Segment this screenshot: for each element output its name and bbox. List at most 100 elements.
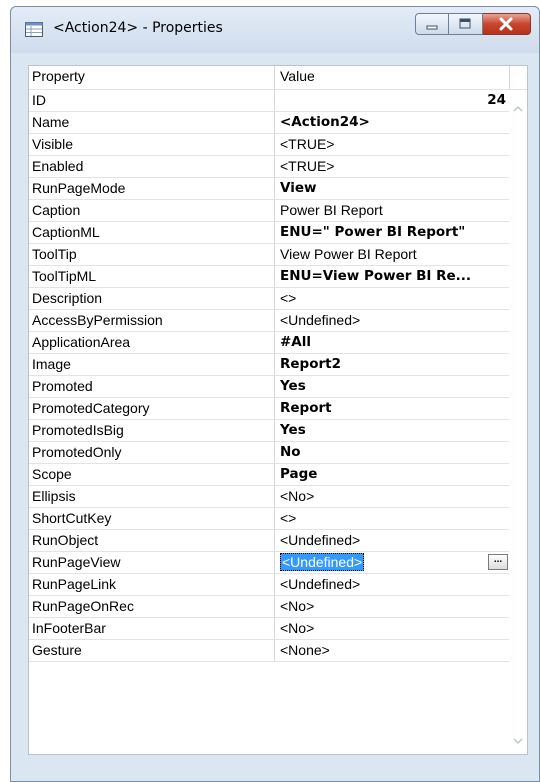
property-name[interactable]: Image: [29, 354, 275, 375]
close-button[interactable]: [483, 13, 531, 35]
header-corner: [509, 66, 527, 90]
property-name[interactable]: ToolTip: [29, 244, 275, 265]
property-name[interactable]: RunPageMode: [29, 178, 275, 199]
column-header-value[interactable]: Value: [275, 66, 510, 89]
property-name[interactable]: ShortCutKey: [29, 508, 275, 529]
property-value[interactable]: View: [275, 178, 510, 199]
property-value[interactable]: <TRUE>: [275, 134, 510, 155]
selected-value-text[interactable]: <Undefined>: [280, 553, 365, 571]
property-row[interactable]: Image Report2: [29, 354, 510, 376]
property-value[interactable]: Report: [275, 398, 510, 419]
maximize-button[interactable]: [449, 13, 483, 35]
property-name[interactable]: Scope: [29, 464, 275, 485]
properties-grid-panel: Property Value ID 24 Name <Action24> Visible…: [28, 65, 528, 755]
property-name[interactable]: CaptionML: [29, 222, 275, 243]
property-row[interactable]: ToolTipML ENU=View Power BI Re...: [29, 266, 510, 288]
column-header-property[interactable]: Property: [29, 66, 275, 89]
property-value[interactable]: <No>: [275, 596, 510, 617]
property-value[interactable]: <Undefined>: [275, 530, 510, 551]
property-row[interactable]: Name <Action24>: [29, 112, 510, 134]
properties-grid: Property Value ID 24 Name <Action24> Visible…: [29, 66, 510, 662]
property-value[interactable]: <TRUE>: [275, 156, 510, 177]
property-row[interactable]: ShortCutKey <>: [29, 508, 510, 530]
property-row[interactable]: Enabled <TRUE>: [29, 156, 510, 178]
properties-window: <Action24> - Properties Property Value I…: [10, 6, 540, 782]
vertical-scrollbar[interactable]: [509, 90, 527, 754]
property-value[interactable]: Yes: [275, 376, 510, 397]
property-value[interactable]: <Action24>: [275, 112, 510, 133]
property-name[interactable]: PromotedOnly: [29, 442, 275, 463]
property-value[interactable]: Report2: [275, 354, 510, 375]
property-value[interactable]: <No>: [275, 618, 510, 639]
property-row[interactable]: ApplicationArea #All: [29, 332, 510, 354]
property-row[interactable]: ToolTip View Power BI Report: [29, 244, 510, 266]
property-row[interactable]: ID 24: [29, 90, 510, 112]
property-row[interactable]: PromotedCategory Report: [29, 398, 510, 420]
property-value[interactable]: ENU=View Power BI Re...: [275, 266, 510, 287]
minimize-button[interactable]: [415, 13, 449, 35]
property-name[interactable]: InFooterBar: [29, 618, 275, 639]
property-value[interactable]: Yes: [275, 420, 510, 441]
property-name[interactable]: Caption: [29, 200, 275, 221]
property-name[interactable]: ApplicationArea: [29, 332, 275, 353]
property-value[interactable]: <None>: [275, 640, 510, 661]
minimize-icon: [426, 25, 438, 30]
property-value[interactable]: <Undefined>...: [275, 552, 510, 573]
property-row[interactable]: RunObject <Undefined>: [29, 530, 510, 552]
property-name[interactable]: Promoted: [29, 376, 275, 397]
property-row[interactable]: CaptionML ENU=" Power BI Report": [29, 222, 510, 244]
window-title: <Action24> - Properties: [53, 20, 223, 36]
property-name[interactable]: Enabled: [29, 156, 275, 177]
property-name[interactable]: Name: [29, 112, 275, 133]
property-name[interactable]: Ellipsis: [29, 486, 275, 507]
property-name[interactable]: ID: [29, 90, 275, 111]
maximize-icon: [459, 18, 471, 29]
property-value[interactable]: Power BI Report: [275, 200, 510, 221]
property-name[interactable]: ToolTipML: [29, 266, 275, 287]
assist-edit-button[interactable]: ...: [488, 554, 508, 570]
property-row[interactable]: RunPageLink <Undefined>: [29, 574, 510, 596]
property-value[interactable]: <No>: [275, 486, 510, 507]
property-row[interactable]: RunPageOnRec <No>: [29, 596, 510, 618]
property-value[interactable]: ENU=" Power BI Report": [275, 222, 510, 243]
property-name[interactable]: Gesture: [29, 640, 275, 661]
grid-header-row: Property Value: [29, 66, 510, 90]
property-row[interactable]: RunPageView <Undefined>...: [29, 552, 510, 574]
property-name[interactable]: AccessByPermission: [29, 310, 275, 331]
property-row[interactable]: AccessByPermission <Undefined>: [29, 310, 510, 332]
property-name[interactable]: Visible: [29, 134, 275, 155]
caption-buttons: [415, 13, 531, 35]
property-row[interactable]: Gesture <None>: [29, 640, 510, 662]
property-name[interactable]: RunPageView: [29, 552, 275, 573]
property-name[interactable]: Description: [29, 288, 275, 309]
property-name[interactable]: PromotedIsBig: [29, 420, 275, 441]
scroll-up-arrow-icon[interactable]: [513, 104, 523, 114]
property-row[interactable]: Visible <TRUE>: [29, 134, 510, 156]
property-name[interactable]: PromotedCategory: [29, 398, 275, 419]
property-value[interactable]: 24: [275, 90, 510, 111]
property-row[interactable]: Promoted Yes: [29, 376, 510, 398]
property-value[interactable]: <>: [275, 508, 510, 529]
property-value[interactable]: No: [275, 442, 510, 463]
property-row[interactable]: PromotedIsBig Yes: [29, 420, 510, 442]
property-row[interactable]: Description <>: [29, 288, 510, 310]
property-name[interactable]: RunObject: [29, 530, 275, 551]
property-value[interactable]: <Undefined>: [275, 310, 510, 331]
property-name[interactable]: RunPageLink: [29, 574, 275, 595]
property-row[interactable]: Scope Page: [29, 464, 510, 486]
property-row[interactable]: RunPageMode View: [29, 178, 510, 200]
property-name[interactable]: RunPageOnRec: [29, 596, 275, 617]
property-row[interactable]: Caption Power BI Report: [29, 200, 510, 222]
title-bar[interactable]: <Action24> - Properties: [11, 7, 539, 53]
property-value[interactable]: <Undefined>: [275, 574, 510, 595]
property-value[interactable]: #All: [275, 332, 510, 353]
property-value[interactable]: View Power BI Report: [275, 244, 510, 265]
scroll-down-arrow-icon[interactable]: [513, 736, 523, 746]
property-value[interactable]: <>: [275, 288, 510, 309]
close-icon: [499, 17, 513, 31]
property-value[interactable]: Page: [275, 464, 510, 485]
property-row[interactable]: PromotedOnly No: [29, 442, 510, 464]
property-row[interactable]: Ellipsis <No>: [29, 486, 510, 508]
properties-grid-icon: [25, 22, 43, 37]
property-row[interactable]: InFooterBar <No>: [29, 618, 510, 640]
